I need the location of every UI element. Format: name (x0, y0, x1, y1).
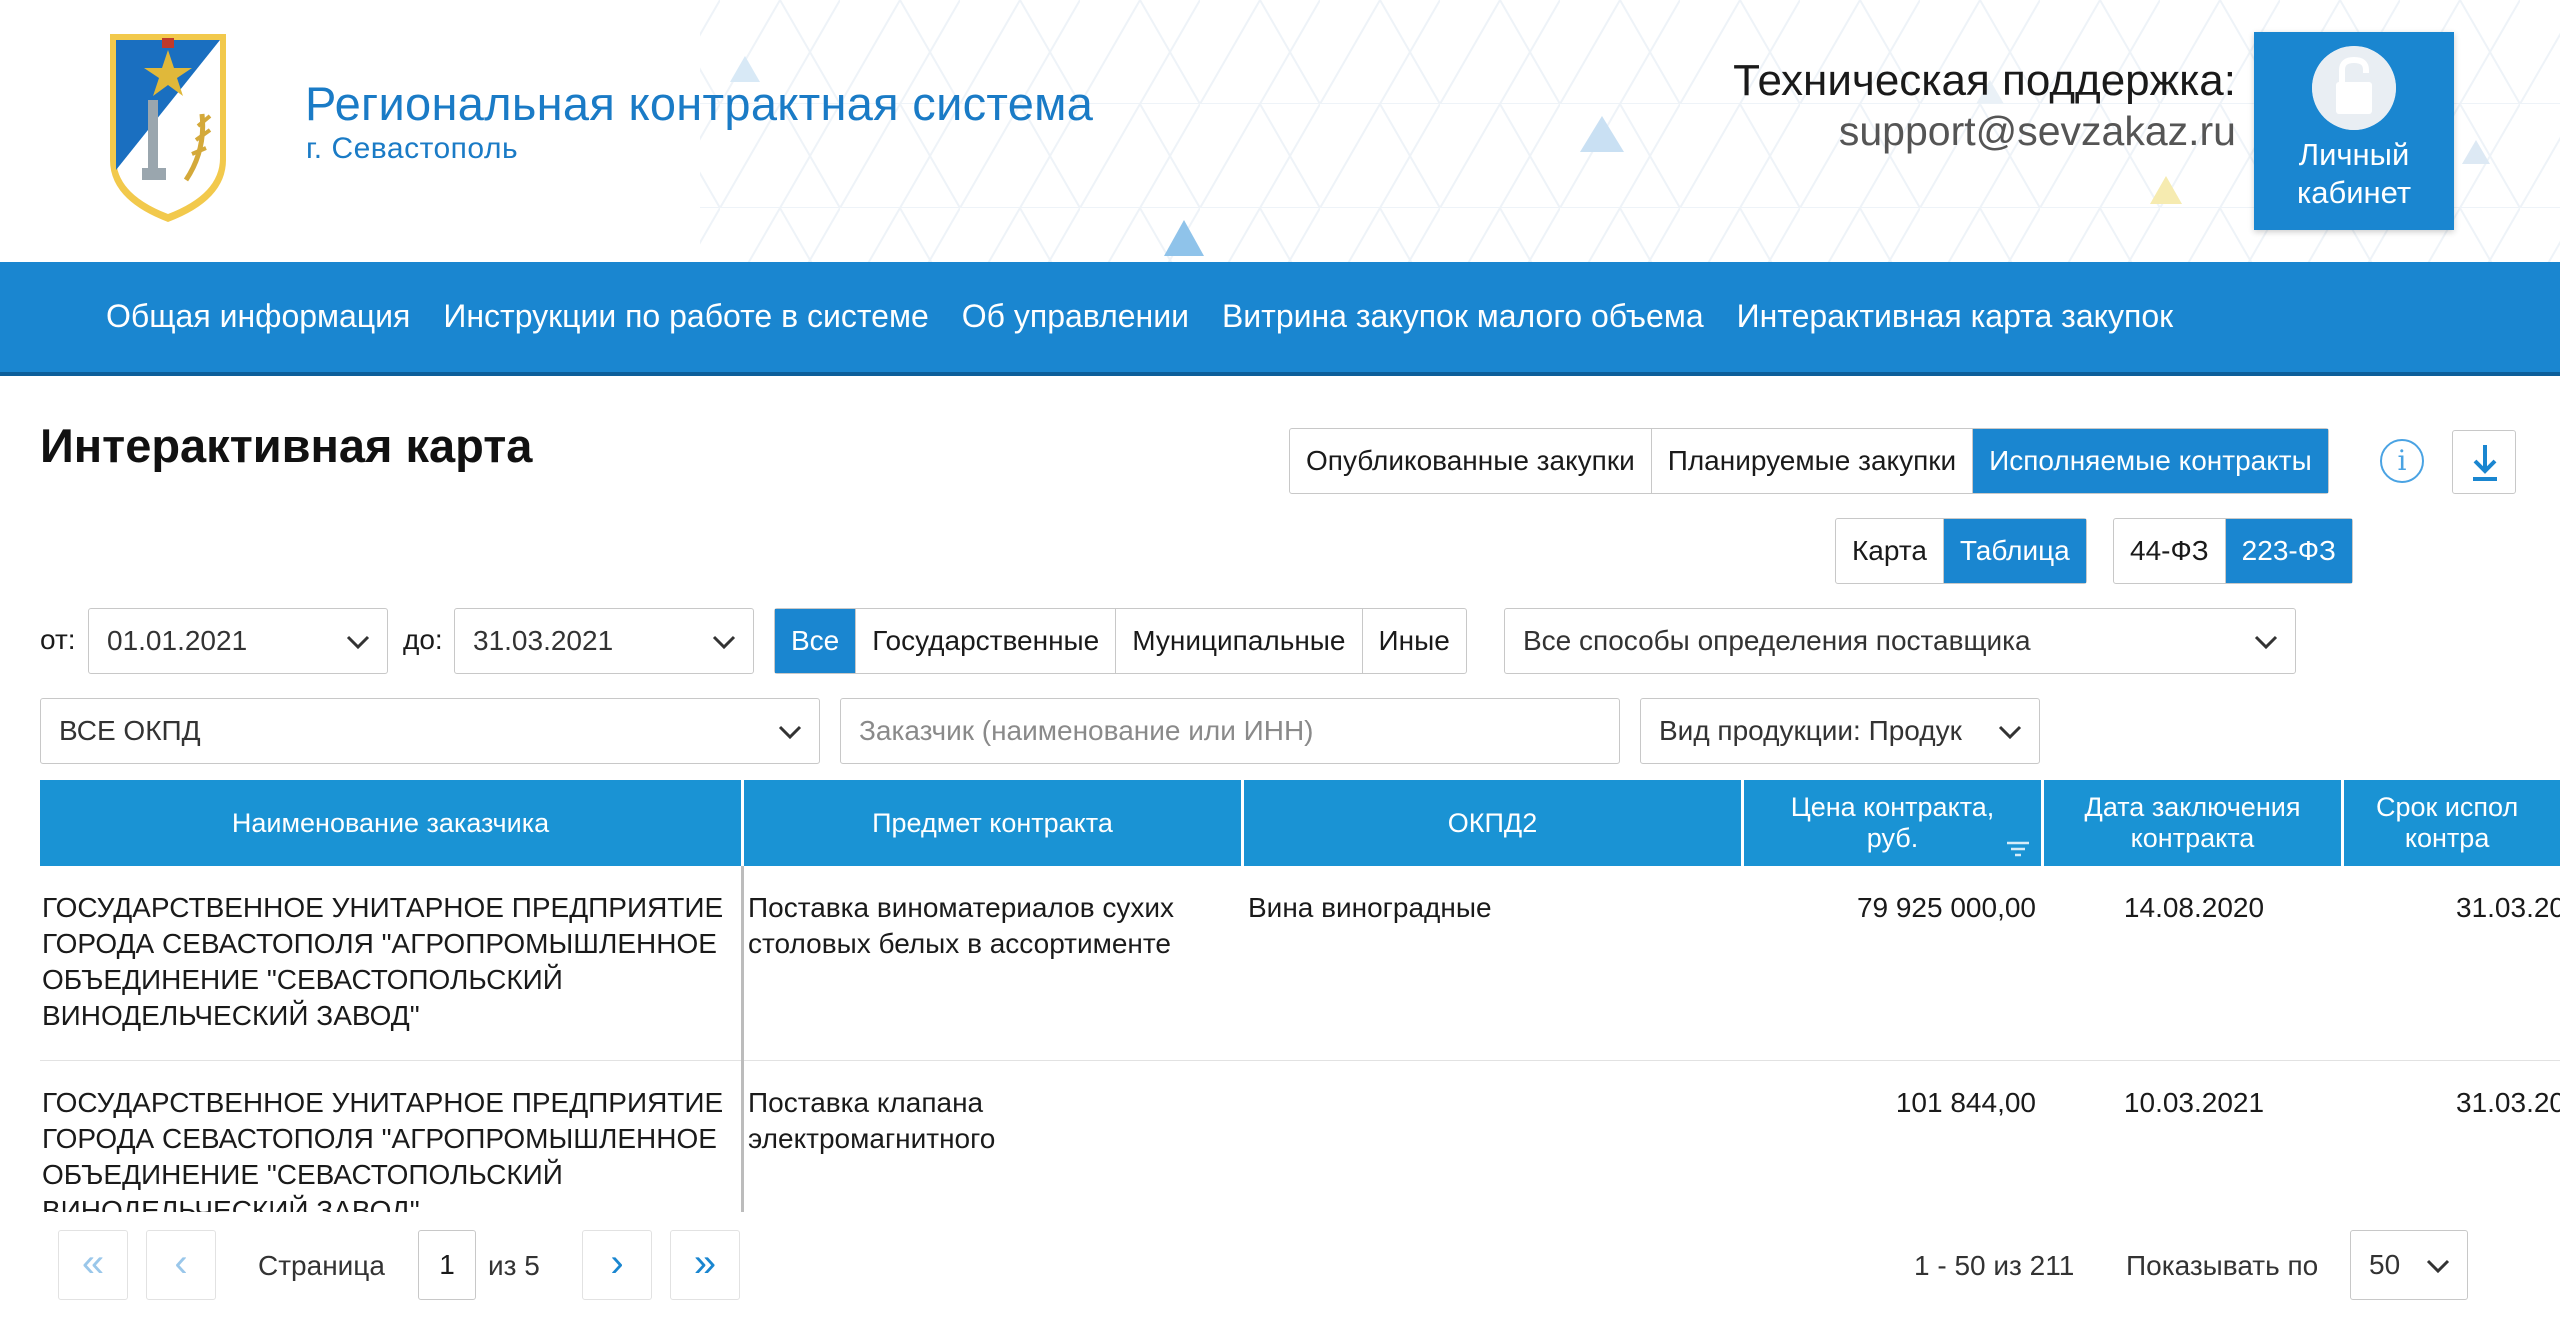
date-from-select[interactable]: 01.01.2021 (88, 608, 388, 674)
cell-term: 31.03.20 (2456, 1087, 2560, 1118)
chevron-down-icon (346, 635, 370, 650)
tab-state-customers[interactable]: Государственные (856, 609, 1117, 673)
page-title: Интерактивная карта (40, 419, 533, 472)
page-label: Страница (258, 1250, 385, 1281)
sevastopol-coat-of-arms-logo (110, 34, 226, 222)
product-type-select[interactable]: Вид продукции: Продук (1640, 698, 2040, 764)
column-header-term[interactable]: Срок испол контра (2344, 780, 2560, 866)
personal-cabinet-button[interactable]: Личный кабинет (2254, 32, 2454, 230)
cell-price: 101 844,00 (1895, 1087, 2036, 1118)
tab-other-customers[interactable]: Иные (1363, 609, 1466, 673)
sort-icon (2007, 841, 2029, 857)
chevron-down-icon (2254, 635, 2278, 650)
nav-item-general-info[interactable]: Общая информация (106, 298, 410, 335)
okpd-value: ВСЕ ОКПД (59, 715, 201, 746)
cell-customer: ГОСУДАРСТВЕННОЕ УНИТАРНОЕ ПРЕДПРИЯТИЕ ГО… (42, 892, 724, 1031)
page-number-input[interactable]: 1 (418, 1230, 476, 1300)
chevron-down-icon (1998, 725, 2022, 740)
cell-customer: ГОСУДАРСТВЕННОЕ УНИТАРНОЕ ПРЕДПРИЯТИЕ ГО… (42, 1087, 724, 1212)
tab-all-customers[interactable]: Все (775, 609, 857, 673)
main-navigation: Общая информация Инструкции по работе в … (0, 262, 2560, 376)
cell-date: 10.03.2021 (2123, 1087, 2265, 1118)
product-type-value: Вид продукции: Продук (1659, 715, 1962, 746)
date-to-label: до: (403, 624, 443, 655)
tab-44-fz[interactable]: 44-ФЗ (2114, 519, 2226, 583)
support-label: Техническая поддержка: (1733, 56, 2236, 105)
tab-planned-purchases[interactable]: Планируемые закупки (1652, 429, 1974, 493)
tab-executed-contracts[interactable]: Исполняемые контракты (1973, 429, 2328, 493)
site-title[interactable]: Региональная контрактная система (305, 76, 1093, 131)
tab-municipal-customers[interactable]: Муниципальные (1116, 609, 1363, 673)
date-from-value: 01.01.2021 (107, 625, 248, 656)
cell-term: 31.03.20 (2456, 892, 2560, 923)
customer-type-tabs: Все Государственные Муниципальные Иные (774, 608, 1467, 674)
nav-item-interactive-map[interactable]: Интерактивная карта закупок (1737, 298, 2173, 335)
table-row[interactable]: ГОСУДАРСТВЕННОЕ УНИТАРНОЕ ПРЕДПРИЯТИЕ ГО… (40, 1061, 2560, 1212)
cell-subject: Поставка виноматериалов сухих столовых б… (748, 892, 1175, 959)
cell-okpd: Вина виноградные (1248, 892, 1492, 923)
column-header-price-label: Цена контракта, руб. (1790, 792, 1995, 853)
per-page-value: 50 (2369, 1249, 2401, 1280)
info-icon[interactable]: i (2380, 439, 2424, 483)
okpd-select[interactable]: ВСЕ ОКПД (40, 698, 820, 764)
cell-price: 79 925 000,00 (1856, 892, 2036, 923)
records-range: 1 - 50 из 211 (1914, 1250, 2075, 1281)
table-row[interactable]: ГОСУДАРСТВЕННОЕ УНИТАРНОЕ ПРЕДПРИЯТИЕ ГО… (40, 866, 2560, 1061)
date-to-select[interactable]: 31.03.2021 (454, 608, 754, 674)
nav-item-small-purchases[interactable]: Витрина закупок малого объема (1222, 298, 1704, 335)
nav-item-about-department[interactable]: Об управлении (962, 298, 1189, 335)
cell-date: 14.08.2020 (2123, 892, 2265, 923)
tab-map-view[interactable]: Карта (1836, 519, 1944, 583)
cell-subject: Поставка клапана электромагнитного (748, 1087, 996, 1154)
download-button[interactable] (2452, 430, 2516, 494)
table-header: Наименование заказчика Предмет контракта… (40, 780, 2560, 866)
chevron-down-icon (778, 725, 802, 740)
supplier-method-select[interactable]: Все способы определения поставщика (1504, 608, 2296, 674)
column-header-customer[interactable]: Наименование заказчика (40, 780, 744, 866)
date-to-value: 31.03.2021 (473, 625, 614, 656)
download-icon (2473, 445, 2497, 481)
column-header-price[interactable]: Цена контракта, руб. (1744, 780, 2044, 866)
site-header: Региональная контрактная система г. Сева… (0, 0, 2560, 262)
customer-search-input[interactable] (859, 700, 1619, 762)
personal-cabinet-label: Личный кабинет (2296, 137, 2412, 210)
support-email-link[interactable]: support@sevzakaz.ru (1839, 108, 2236, 155)
supplier-method-value: Все способы определения поставщика (1523, 625, 2031, 656)
per-page-select[interactable]: 50 (2350, 1230, 2468, 1300)
view-mode-tabs: Карта Таблица (1835, 518, 2087, 584)
chevron-down-icon (2426, 1259, 2450, 1274)
tab-published-purchases[interactable]: Опубликованные закупки (1290, 429, 1652, 493)
column-header-subject[interactable]: Предмет контракта (744, 780, 1244, 866)
nav-item-instructions[interactable]: Инструкции по работе в системе (443, 298, 928, 335)
next-page-button[interactable]: › (582, 1230, 652, 1300)
date-from-label: от: (40, 624, 76, 655)
last-page-button[interactable]: » (670, 1230, 740, 1300)
customer-search-field[interactable] (840, 698, 1620, 764)
per-page-label: Показывать по (2126, 1250, 2319, 1281)
lock-icon (2312, 46, 2396, 130)
column-header-okpd2[interactable]: ОКПД2 (1244, 780, 1744, 866)
chevron-down-icon (712, 635, 736, 650)
site-subtitle: г. Севастополь (306, 132, 519, 165)
tab-table-view[interactable]: Таблица (1943, 519, 2086, 583)
column-splitter[interactable] (741, 866, 744, 1212)
law-tabs: 44-ФЗ 223-ФЗ (2113, 518, 2353, 584)
prev-page-button[interactable]: ‹ (146, 1230, 216, 1300)
page-count-label: из 5 (488, 1250, 540, 1281)
tab-223-fz[interactable]: 223-ФЗ (2225, 519, 2352, 583)
table-body: ГОСУДАРСТВЕННОЕ УНИТАРНОЕ ПРЕДПРИЯТИЕ ГО… (40, 866, 2560, 1212)
column-header-date[interactable]: Дата заключения контракта (2044, 780, 2344, 866)
procurement-type-tabs: Опубликованные закупки Планируемые закуп… (1289, 428, 2329, 494)
first-page-button[interactable]: « (58, 1230, 128, 1300)
